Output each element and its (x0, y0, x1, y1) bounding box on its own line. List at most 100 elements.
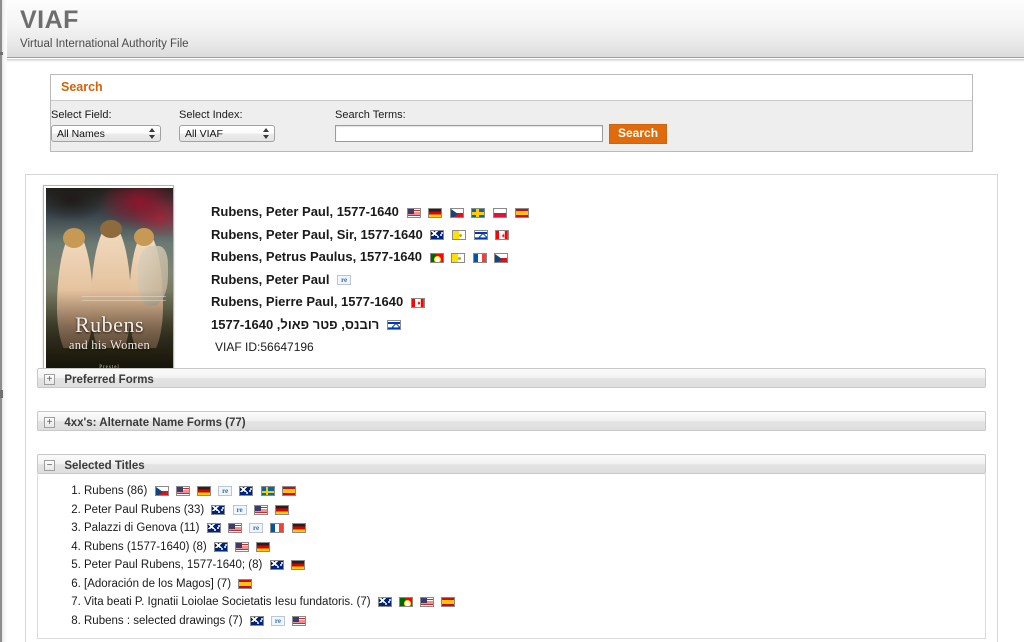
name-form-text: Rubens, Petrus Paulus, 1577-1640 (211, 249, 422, 264)
flag-icon-us[interactable] (227, 523, 242, 534)
flag-icon-de[interactable] (256, 541, 271, 552)
brand[interactable]: VIAF Virtual International Authority Fil… (20, 6, 189, 51)
flag-icon-us[interactable] (420, 597, 435, 608)
name-form-row: Rubens, Pierre Paul, 1577-1640 (211, 295, 997, 309)
cover-title: Rubens (75, 312, 144, 337)
selected-titles-list: Rubens (86) re Peter Paul Rubens (33) re (38, 484, 985, 628)
name-form-text: Rubens, Peter Paul, 1577-1640 (211, 204, 399, 219)
flag-icon-au[interactable] (377, 597, 392, 608)
select-index-dropdown[interactable]: All VIAF (179, 125, 275, 142)
flag-icon-cz[interactable] (449, 207, 464, 218)
list-item[interactable]: Peter Paul Rubens, 1577-1640; (8) (84, 558, 985, 572)
flag-icon-au[interactable] (269, 560, 284, 571)
flag-icon-es[interactable] (281, 486, 296, 496)
expand-icon[interactable]: + (44, 417, 55, 429)
flag-icon-de[interactable] (275, 504, 289, 515)
name-form-row: Rubens, Petrus Paulus, 1577-1640 (211, 250, 997, 264)
flag-icon-se[interactable] (260, 486, 275, 496)
book-cover-thumbnail[interactable]: Rubens and his Women Prestel (43, 185, 174, 375)
flag-icon-au[interactable] (249, 615, 264, 626)
window-left-notch-lower (0, 390, 3, 398)
flag-icon-pt[interactable] (399, 597, 414, 608)
title-text: Rubens : selected drawings (7) (84, 614, 243, 627)
search-panel-header: Search (51, 75, 972, 101)
list-item[interactable]: Vita beati P. Ignatii Loiolae Societatis… (84, 595, 985, 609)
search-terms-label: Search Terms: (335, 109, 406, 121)
list-item[interactable]: [Adoración de los Magos] (7) (84, 577, 985, 591)
collapse-icon[interactable]: − (44, 460, 55, 472)
flag-icon-va[interactable] (451, 230, 466, 241)
flag-icon-de[interactable] (290, 560, 305, 571)
record-summary: Rubens and his Women Prestel Rubens, Pet… (26, 175, 997, 375)
flag-icon-us[interactable] (406, 207, 421, 218)
flag-icon-rero[interactable]: re (232, 504, 247, 515)
flag-icon-ca[interactable] (495, 230, 510, 241)
flag-icon-fr[interactable] (472, 252, 487, 263)
list-item[interactable]: Rubens : selected drawings (7) re (84, 614, 985, 628)
flag-icon-au[interactable] (213, 541, 228, 552)
flag-icon-es[interactable] (238, 578, 253, 589)
flag-icon-us[interactable] (235, 541, 250, 552)
section-header-preferred-forms[interactable]: + Preferred Forms (37, 368, 986, 388)
window-left-border (0, 0, 2, 642)
list-item[interactable]: Palazzi di Genova (11) re (84, 521, 985, 535)
cover-figure-left-hair (63, 228, 85, 248)
expand-icon[interactable]: + (44, 374, 55, 386)
flag-icon-us[interactable] (175, 486, 190, 496)
flag-icon-rero[interactable]: re (337, 275, 352, 286)
flag-icon-au[interactable] (430, 230, 445, 241)
list-item[interactable]: Peter Paul Rubens (33) re (84, 503, 985, 517)
flag-icon-fr[interactable] (270, 523, 285, 534)
flag-icon-va[interactable] (451, 252, 466, 263)
flag-icon-au[interactable] (211, 504, 226, 515)
flag-icon-cz[interactable] (154, 486, 169, 496)
search-input[interactable] (335, 125, 603, 142)
name-form-row: Rubens, Peter Paul re (211, 272, 997, 287)
list-item[interactable]: Rubens (86) re (84, 484, 985, 498)
flag-icon-rero[interactable]: re (270, 615, 285, 626)
flag-icon-il[interactable] (386, 320, 401, 331)
select-field-label: Select Field: (51, 109, 112, 121)
section-header-alternate-name-forms[interactable]: + 4xx's: Alternate Name Forms (77) (37, 411, 986, 431)
section-header-selected-titles[interactable]: − Selected Titles (37, 454, 986, 474)
name-forms-list: Rubens, Peter Paul, 1577-1640 Rubens, Pe… (211, 184, 997, 354)
name-form-row: Rubens, Peter Paul, Sir, 1577-1640 (211, 226, 997, 242)
flag-icon-rero[interactable]: re (249, 523, 264, 534)
search-button[interactable]: Search (609, 124, 668, 144)
book-cover-art: Rubens and his Women Prestel (46, 188, 173, 374)
name-form-row: רובנס, פטר פאול, 1577-1640 (211, 317, 997, 332)
flag-icon-se[interactable] (471, 207, 486, 218)
flag-icon-pt[interactable] (429, 252, 444, 263)
name-form-text: Rubens, Pierre Paul, 1577-1640 (211, 294, 404, 309)
cover-figure-right-hair (134, 228, 154, 246)
name-form-text: Rubens, Peter Paul, Sir, 1577-1640 (211, 226, 423, 242)
page-header: VIAF Virtual International Authority Fil… (7, 0, 1024, 58)
page-subtitle: Virtual International Authority File (20, 38, 189, 50)
flag-icon-rero[interactable]: re (218, 486, 233, 496)
record-card: Rubens and his Women Prestel Rubens, Pet… (25, 174, 998, 642)
select-field-dropdown[interactable]: All Names (51, 125, 161, 142)
flag-icon-es[interactable] (441, 597, 456, 608)
flag-icon-us[interactable] (253, 504, 268, 515)
flag-icon-us[interactable] (292, 615, 307, 626)
flag-icon-es[interactable] (514, 207, 529, 218)
flag-icon-de[interactable] (428, 207, 443, 218)
section-label: Preferred Forms (64, 373, 154, 386)
flag-icon-il[interactable] (473, 230, 488, 241)
select-field-group: Select Field: All Names (51, 109, 161, 142)
accordion: + Preferred Forms + 4xx's: Alternate Nam… (37, 368, 986, 640)
select-index-group: Select Index: All VIAF (179, 109, 275, 142)
flag-icon-au[interactable] (239, 486, 254, 496)
flag-icon-de[interactable] (196, 486, 211, 496)
viaf-id: VIAF ID:56647196 (215, 340, 314, 354)
flag-icon-pl[interactable] (493, 207, 507, 218)
flag-icon-ca[interactable] (410, 297, 425, 308)
flag-icon-au[interactable] (206, 523, 221, 534)
cover-subtitle: and his Women (68, 338, 151, 352)
list-item[interactable]: Rubens (1577-1640) (8) (84, 540, 985, 554)
flag-icon-cz[interactable] (494, 252, 509, 263)
flag-icon-de[interactable] (291, 523, 306, 534)
page-title: VIAF (20, 6, 79, 34)
title-text: Rubens (86) (84, 485, 148, 497)
select-field-value: All Names (57, 128, 105, 140)
